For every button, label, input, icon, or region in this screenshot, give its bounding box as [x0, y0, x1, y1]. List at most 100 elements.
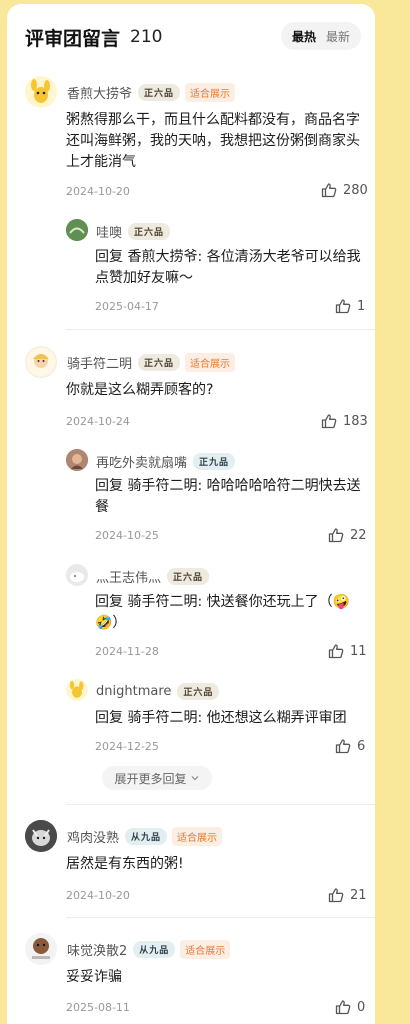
like-button[interactable]: 1 [335, 298, 365, 314]
comment-text: 妥妥诈骗 [66, 969, 122, 985]
sort-new-tab[interactable]: 最新 [326, 28, 350, 45]
username-row: 鸡肉没熟 从九品 适合展示 [67, 827, 223, 846]
yellow-dog-avatar-icon [31, 79, 50, 103]
thumbs-up-icon [328, 644, 344, 659]
like-count: 21 [350, 887, 367, 903]
username[interactable]: 骑手符二明 [67, 353, 132, 372]
like-button[interactable]: 0 [335, 999, 365, 1015]
panel-header: 评审团留言 210 最热 最新 [25, 22, 361, 52]
reply-date: 2025-04-17 [95, 300, 159, 313]
like-count: 280 [343, 182, 368, 198]
like-button[interactable]: 22 [328, 527, 367, 543]
rank-badge: 正六品 [138, 84, 181, 101]
sort-hot-tab[interactable]: 最热 [292, 28, 316, 45]
rank-badge: 从九品 [133, 941, 176, 958]
reply-to-label[interactable]: 回复 香煎大捞爷: [95, 249, 202, 265]
chevron-down-icon [191, 776, 198, 781]
comment-date: 2024-10-24 [66, 415, 130, 428]
username-row: 再吃外卖就扇嘴 正九品 [96, 452, 236, 471]
avatar[interactable] [66, 679, 88, 701]
reply-to-label[interactable]: 回复 骑手符二明: [95, 594, 202, 610]
username[interactable]: 味觉涣散2 [67, 940, 127, 959]
reply-text: 回复 香煎大捞爷: 各位清汤大老爷可以给我点赞加好友嘛～ [95, 247, 365, 289]
reply-to-label[interactable]: 回复 骑手符二明: [95, 710, 202, 726]
username-row: 骑手符二明 正六品 适合展示 [67, 353, 236, 372]
like-button[interactable]: 11 [328, 643, 367, 659]
like-count: 183 [343, 413, 368, 429]
like-button[interactable]: 21 [328, 887, 367, 903]
white-animal-avatar-icon [66, 564, 88, 586]
reply-to-label[interactable]: 回复 骑手符二明: [95, 478, 202, 494]
rider-avatar-icon [27, 348, 55, 376]
username[interactable]: dnightmare [96, 684, 171, 699]
expand-replies-button[interactable]: 展开更多回复 [102, 766, 212, 790]
expand-label: 展开更多回复 [114, 771, 187, 786]
avatar[interactable] [66, 564, 88, 586]
showcase-tag: 适合展示 [180, 940, 231, 959]
comment-date: 2024-10-20 [66, 185, 130, 198]
like-count: 0 [357, 999, 366, 1015]
showcase-tag: 适合展示 [185, 83, 236, 102]
like-count: 6 [357, 738, 366, 754]
username-row: 哇噢 正六品 [96, 222, 171, 241]
thumbs-up-icon [321, 414, 337, 429]
rank-badge: 正九品 [193, 453, 236, 470]
like-count: 11 [350, 643, 367, 659]
divider [66, 917, 375, 918]
plant-avatar-icon [66, 219, 88, 241]
username[interactable]: 灬王志伟灬 [96, 567, 161, 586]
username-row: 灬王志伟灬 正六品 [96, 567, 210, 586]
thumbs-up-icon [335, 1000, 351, 1015]
rank-badge: 正六品 [167, 568, 210, 585]
like-button[interactable]: 6 [335, 738, 365, 754]
comment-date: 2025-08-11 [66, 1001, 130, 1014]
comment-text: 你就是这么糊弄顾客的? [66, 382, 214, 398]
rank-badge: 正六品 [138, 354, 181, 371]
rank-badge: 正六品 [177, 683, 220, 700]
like-button[interactable]: 183 [321, 413, 368, 429]
avatar[interactable] [25, 933, 57, 965]
avatar[interactable] [25, 76, 57, 108]
divider [66, 329, 375, 330]
reply-text: 回复 骑手符二明: 他还想这么糊弄评审团 [95, 708, 365, 729]
face-avatar-icon [66, 449, 88, 471]
thumbs-up-icon [328, 888, 344, 903]
username[interactable]: 哇噢 [96, 222, 122, 241]
thumbs-up-icon [335, 739, 351, 754]
username[interactable]: 鸡肉没熟 [67, 827, 119, 846]
reply-text: 回复 骑手符二明: 快送餐你还玩上了（🤪🤣） [95, 592, 370, 634]
username[interactable]: 再吃外卖就扇嘴 [96, 452, 187, 471]
thumbs-up-icon [328, 528, 344, 543]
reply-date: 2024-12-25 [95, 740, 159, 753]
showcase-tag: 适合展示 [172, 827, 223, 846]
comment-date: 2024-10-20 [66, 889, 130, 902]
avatar[interactable] [25, 820, 57, 852]
reply-body: 他还想这么糊弄评审团 [206, 710, 347, 726]
comment-text: 粥熬得那么干，而且什么配料都没有，商品名字还叫海鲜粥，我的天呐，我想把这份粥倒商… [66, 112, 360, 170]
reply-date: 2024-11-28 [95, 645, 159, 658]
avatar[interactable] [66, 449, 88, 471]
rank-badge: 正六品 [128, 223, 171, 240]
comment-text: 居然是有东西的粥! [66, 856, 184, 872]
panel-title: 评审团留言 [25, 27, 121, 50]
thumbs-up-icon [335, 299, 351, 314]
reply-date: 2024-10-25 [95, 529, 159, 542]
username[interactable]: 香煎大捞爷 [67, 83, 132, 102]
comment-count: 210 [130, 27, 163, 47]
animal-photo-avatar-icon [25, 820, 57, 852]
divider [66, 804, 375, 805]
yellow-dog-avatar-icon [69, 680, 84, 698]
username-row: 香煎大捞爷 正六品 适合展示 [67, 83, 236, 102]
thumbs-up-icon [321, 183, 337, 198]
like-button[interactable]: 280 [321, 182, 368, 198]
avatar[interactable] [25, 346, 57, 378]
sort-toggle: 最热 最新 [281, 22, 361, 50]
avatar[interactable] [66, 219, 88, 241]
like-count: 22 [350, 527, 367, 543]
username-row: 味觉涣散2 从九品 适合展示 [67, 940, 231, 959]
rank-badge: 从九品 [125, 828, 168, 845]
like-count: 1 [357, 298, 366, 314]
showcase-tag: 适合展示 [185, 353, 236, 372]
username-row: dnightmare 正六品 [96, 683, 220, 700]
meme-avatar-icon [25, 933, 57, 965]
